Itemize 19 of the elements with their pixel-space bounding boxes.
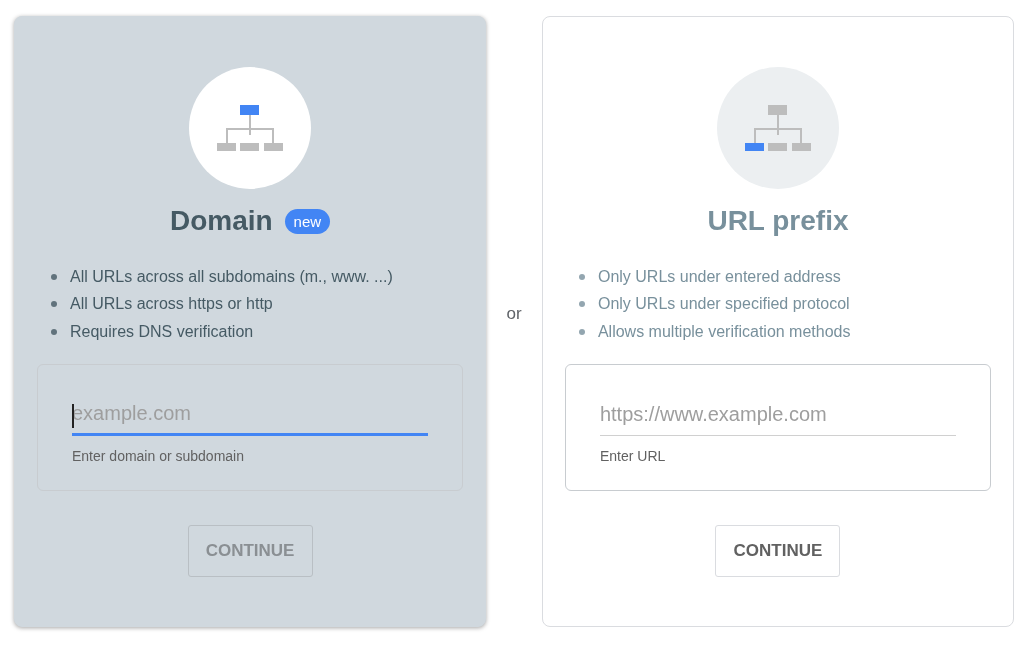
feature-text: Requires DNS verification <box>70 322 254 341</box>
feature-text: All URLs across https or http <box>70 295 273 314</box>
feature-text: Only URLs under specified protocol <box>597 295 850 314</box>
card-title: Domain <box>169 205 273 237</box>
feature-text: Only URLs under entered address <box>597 267 841 286</box>
input-panel[interactable]: https://www.example.com Enter URL <box>564 363 991 491</box>
field-hint: Enter URL <box>599 447 667 464</box>
new-badge: new <box>284 208 331 234</box>
feature-text: Allows multiple verification methods <box>597 322 851 341</box>
field-hint: Enter domain or subdomain <box>72 447 245 464</box>
or-separator: or <box>506 303 522 324</box>
option-card[interactable]: URL prefix Only URLs under entered address Only URLs under specified protocol Allows multiple verification methods https://www.example.com Enter URL CONTINUE <box>541 16 1014 627</box>
feature-text: All URLs across all subdomains (m., www. ...) <box>70 267 393 286</box>
card-title: URL prefix <box>707 205 849 237</box>
input-panel[interactable]: example.com Enter domain or subdomain <box>37 363 464 491</box>
continue-button[interactable]: CONTINUE <box>715 524 841 577</box>
input-field[interactable]: example.com <box>72 394 429 436</box>
text-cursor <box>72 403 74 428</box>
input-field[interactable]: https://www.example.com <box>599 394 956 436</box>
